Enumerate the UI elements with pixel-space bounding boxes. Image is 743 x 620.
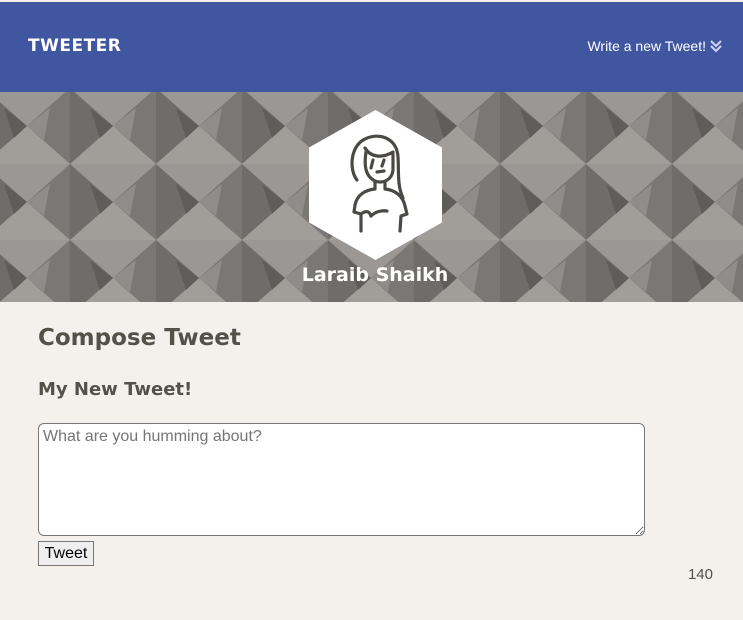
profile-banner: Laraib Shaikh bbox=[0, 92, 743, 302]
tweet-button[interactable]: Tweet bbox=[38, 541, 94, 566]
top-navigation-bar: TWEETER Write a new Tweet! bbox=[0, 2, 743, 92]
double-chevron-down-icon bbox=[710, 40, 722, 53]
woman-avatar-icon bbox=[309, 110, 442, 260]
character-counter: 140 bbox=[687, 566, 713, 583]
profile-name: Laraib Shaikh bbox=[301, 264, 449, 286]
compose-title: Compose Tweet bbox=[38, 325, 241, 351]
brand-logo[interactable]: TWEETER bbox=[28, 36, 121, 56]
write-new-tweet-label: Write a new Tweet! bbox=[587, 38, 706, 54]
compose-subtitle: My New Tweet! bbox=[38, 379, 193, 400]
write-new-tweet-link[interactable]: Write a new Tweet! bbox=[587, 38, 722, 54]
tweet-textarea[interactable] bbox=[38, 423, 645, 536]
